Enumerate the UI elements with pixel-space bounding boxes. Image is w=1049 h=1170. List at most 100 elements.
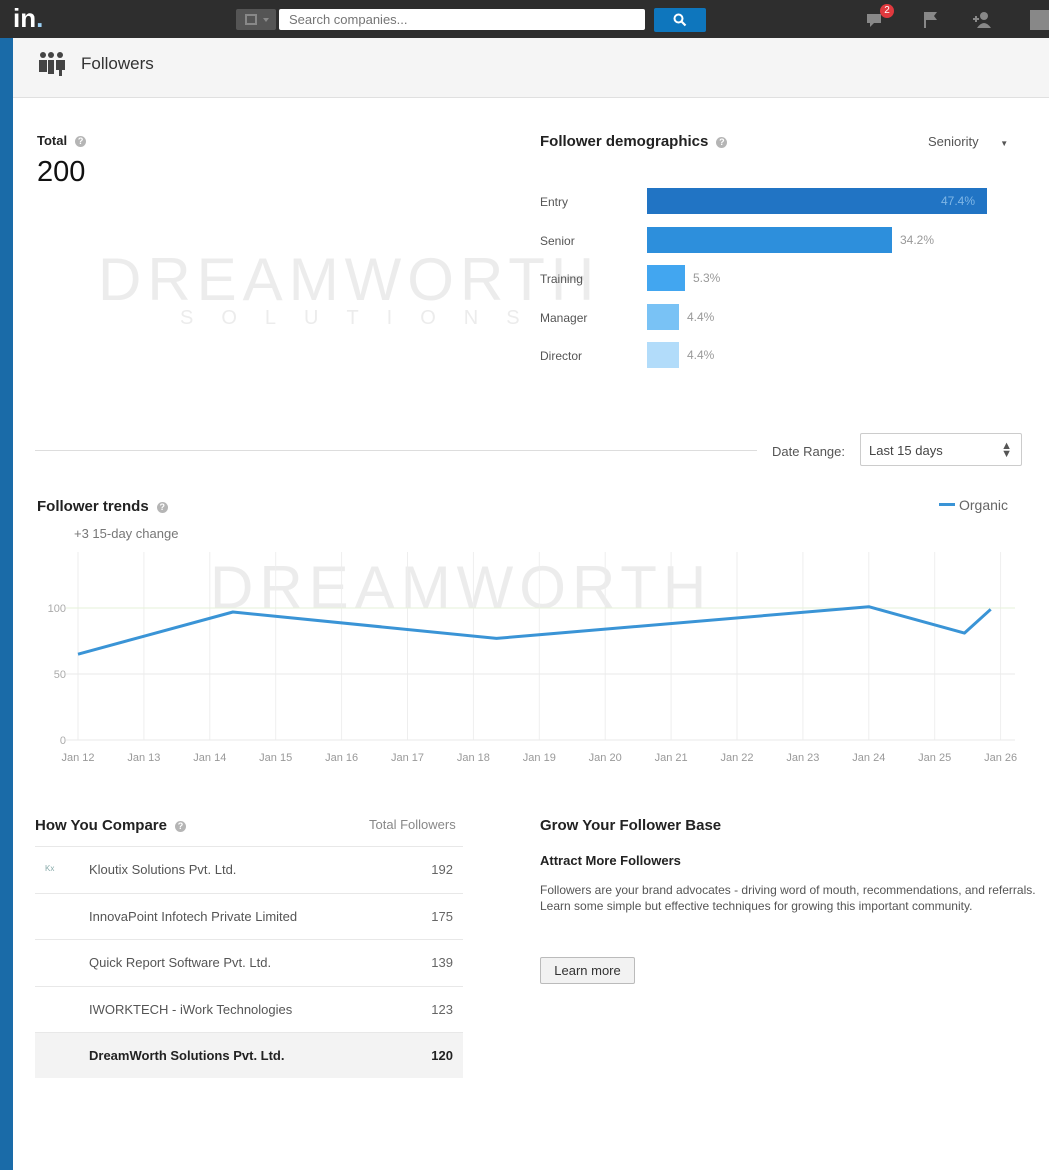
followers-icon bbox=[39, 52, 65, 76]
demographic-percent: 4.4% bbox=[687, 309, 715, 324]
company-logo bbox=[45, 907, 73, 925]
demographic-label: Training bbox=[540, 272, 583, 286]
company-logo bbox=[45, 953, 73, 971]
compare-heading: How You Compare? bbox=[35, 817, 186, 834]
y-tick-label: 50 bbox=[54, 669, 66, 681]
follower-count: 139 bbox=[431, 955, 453, 970]
top-navigation-bar: in. 2 bbox=[0, 0, 1049, 38]
company-logo: Kx bbox=[45, 864, 55, 873]
page-header: Followers bbox=[13, 38, 1049, 98]
x-tick-label: Jan 15 bbox=[259, 752, 292, 764]
x-tick-label: Jan 21 bbox=[655, 752, 688, 764]
legend-label: Organic bbox=[959, 497, 1009, 513]
company-logo bbox=[45, 1000, 73, 1018]
company-name[interactable]: DreamWorth Solutions Pvt. Ltd. bbox=[89, 1048, 285, 1063]
demographic-bar bbox=[647, 226, 892, 253]
x-tick-label: Jan 22 bbox=[720, 752, 753, 764]
add-connection-icon[interactable] bbox=[970, 8, 996, 32]
learn-more-button[interactable]: Learn more bbox=[540, 957, 635, 984]
demographic-label: Senior bbox=[540, 233, 575, 248]
search-input[interactable] bbox=[279, 9, 645, 30]
total-followers-value: 200 bbox=[37, 156, 86, 188]
y-tick-label: 0 bbox=[60, 735, 66, 747]
search-button[interactable] bbox=[654, 8, 706, 32]
select-arrows-icon: ▲ ▼ bbox=[1001, 440, 1012, 460]
compare-row[interactable]: DreamWorth Solutions Pvt. Ltd. 120 bbox=[35, 1032, 463, 1078]
follower-count: 175 bbox=[431, 908, 453, 924]
company-name[interactable]: InnovaPoint Infotech Private Limited bbox=[89, 909, 297, 924]
flag-icon[interactable] bbox=[918, 8, 944, 32]
company-name[interactable]: Kloutix Solutions Pvt. Ltd. bbox=[89, 862, 236, 877]
chevron-down-icon: ▼ bbox=[1000, 139, 1009, 148]
help-icon[interactable]: ? bbox=[156, 502, 168, 513]
x-tick-label: Jan 25 bbox=[918, 752, 951, 764]
demographic-bar bbox=[647, 188, 987, 214]
x-tick-label: Jan 14 bbox=[193, 752, 226, 764]
date-range-select[interactable]: Last 15 days ▲ ▼ bbox=[860, 433, 1022, 466]
company-name[interactable]: IWORKTECH - iWork Technologies bbox=[89, 1002, 292, 1017]
help-icon[interactable]: ? bbox=[174, 821, 186, 832]
compare-row[interactable]: Quick Report Software Pvt. Ltd. 139 bbox=[35, 939, 463, 985]
x-tick-label: Jan 24 bbox=[852, 752, 885, 764]
follower-trends-chart: 0 50 100 Jan 12 Jan 13 Jan 14 Jan 15 Jan 16 Jan … bbox=[48, 552, 1017, 764]
demographic-percent: 34.2% bbox=[900, 232, 935, 247]
compare-column-header: Total Followers bbox=[369, 817, 456, 832]
account-menu-icon[interactable] bbox=[1030, 10, 1049, 30]
compare-title: How You Compare bbox=[35, 817, 167, 834]
trends-heading: Follower trends? bbox=[37, 498, 168, 515]
x-tick-label: Jan 23 bbox=[786, 752, 819, 764]
date-range-label: Date Range: bbox=[772, 444, 845, 459]
x-tick-label: Jan 18 bbox=[457, 752, 490, 764]
grow-heading: Grow Your Follower Base bbox=[540, 817, 722, 834]
grow-body-text: Followers are your brand advocates - dri… bbox=[540, 883, 1036, 913]
company-name[interactable]: Quick Report Software Pvt. Ltd. bbox=[89, 955, 271, 970]
section-divider bbox=[35, 450, 757, 451]
total-heading: Total? bbox=[37, 133, 87, 148]
search-icon bbox=[673, 13, 687, 27]
demographic-percent: 47.4% bbox=[941, 194, 976, 208]
page-title: Followers bbox=[81, 54, 154, 73]
total-label: Total bbox=[37, 133, 68, 148]
help-icon[interactable]: ? bbox=[716, 137, 728, 148]
demographic-label: Manager bbox=[540, 310, 588, 325]
trends-title: Follower trends bbox=[37, 498, 149, 515]
follower-count: 192 bbox=[431, 862, 453, 877]
demographic-bar bbox=[647, 303, 679, 330]
legend-swatch bbox=[939, 503, 955, 506]
grow-subtitle: Attract More Followers bbox=[540, 853, 681, 868]
demographic-label: Director bbox=[540, 349, 583, 363]
notification-badge: 2 bbox=[880, 4, 894, 18]
x-tick-label: Jan 19 bbox=[523, 752, 556, 764]
watermark-tagline: SOLUTIONS bbox=[180, 307, 548, 329]
compare-row[interactable]: Kx Kloutix Solutions Pvt. Ltd. 192 bbox=[35, 846, 463, 892]
compare-row[interactable]: IWORKTECH - iWork Technologies 123 bbox=[35, 985, 463, 1032]
linkedin-logo[interactable]: in. bbox=[13, 3, 61, 35]
demographic-bar bbox=[647, 265, 685, 291]
demographic-percent: 5.3% bbox=[693, 271, 721, 285]
x-tick-label: Jan 26 bbox=[984, 752, 1017, 764]
follower-count: 120 bbox=[431, 1048, 453, 1063]
chart-legend: Organic bbox=[939, 497, 1008, 513]
series-line-organic bbox=[77, 605, 992, 656]
date-range-value: Last 15 days bbox=[869, 443, 943, 458]
x-tick-label: Jan 16 bbox=[325, 752, 358, 764]
help-icon[interactable]: ? bbox=[75, 136, 87, 147]
demographics-title: Follower demographics bbox=[540, 133, 709, 150]
y-tick-label: 100 bbox=[48, 603, 66, 615]
x-tick-label: Jan 17 bbox=[391, 752, 424, 764]
demographic-label: Entry bbox=[540, 195, 569, 209]
company-logo bbox=[45, 1046, 73, 1064]
x-tick-label: Jan 12 bbox=[61, 752, 94, 764]
compare-row[interactable]: InnovaPoint Infotech Private Limited 175 bbox=[35, 892, 463, 939]
trend-change-note: +3 15-day change bbox=[74, 526, 179, 541]
x-tick-label: Jan 13 bbox=[127, 752, 160, 764]
logo-text: in bbox=[13, 3, 37, 33]
watermark-brand: DREAMWORTH bbox=[98, 246, 601, 313]
demographics-filter-value: Seniority bbox=[928, 134, 979, 149]
demographic-percent: 4.4% bbox=[687, 348, 715, 362]
search-category-dropdown[interactable] bbox=[236, 9, 276, 30]
demographics-filter-select[interactable]: Seniority ▼ bbox=[928, 134, 1008, 149]
demographic-bar bbox=[647, 342, 679, 368]
demographics-heading: Follower demographics? bbox=[540, 133, 728, 150]
follower-count: 123 bbox=[431, 1001, 453, 1017]
